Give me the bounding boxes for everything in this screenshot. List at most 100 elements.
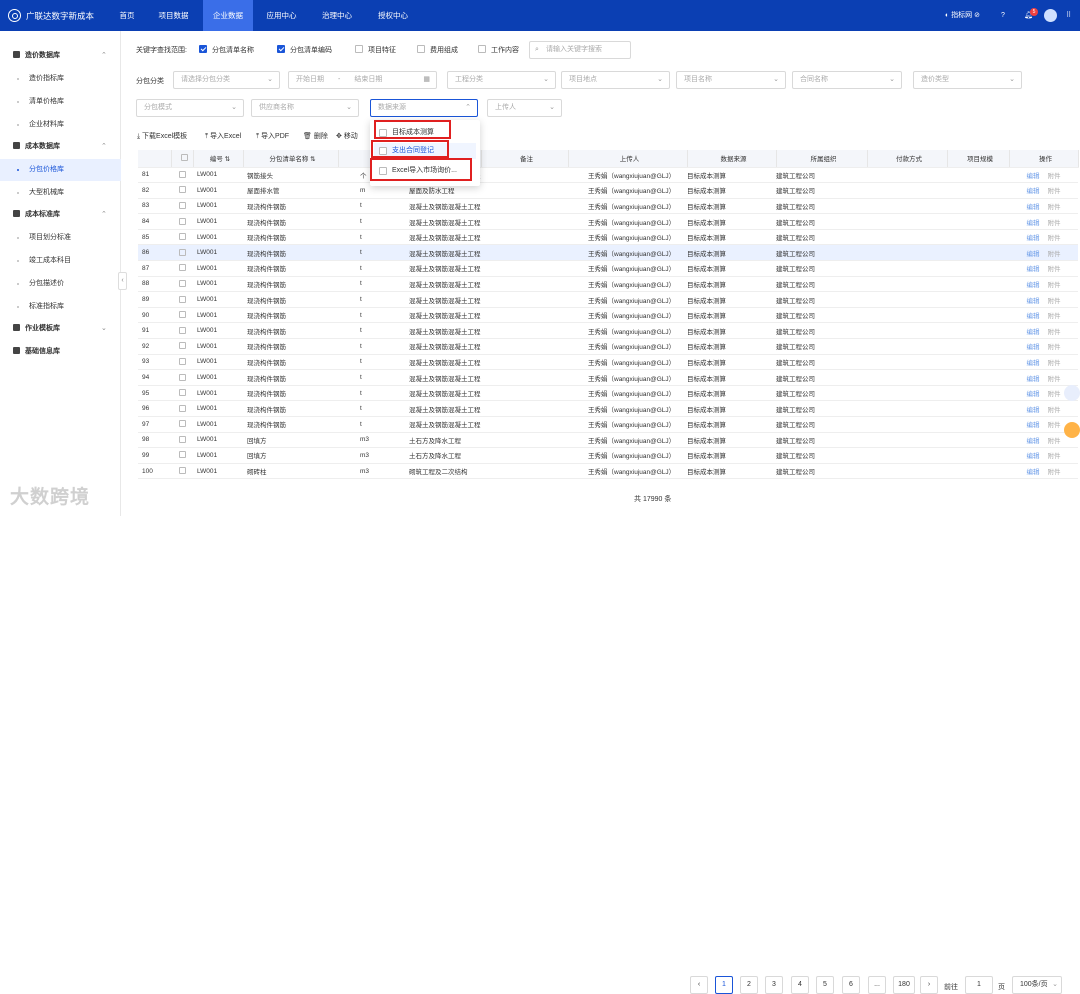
attachment-link[interactable]: 附件 [1048,188,1061,195]
row-checkbox[interactable] [171,229,193,246]
attachment-link[interactable]: 附件 [1048,360,1061,367]
attachment-link[interactable]: 附件 [1048,251,1061,258]
table-row[interactable]: 95 LW001 现浇构件钢筋 t [138,385,405,402]
edit-link[interactable]: 编辑 [1027,422,1040,429]
sidebar-item[interactable]: 造价数据库 ⌃ [0,45,121,67]
nav-enterprise-data[interactable]: 企业数据 [203,0,253,31]
edit-link[interactable]: 编辑 [1027,391,1040,398]
nav-license-center[interactable]: 授权中心 [367,0,419,31]
sidebar-item[interactable]: 成本标准库 ⌃ [0,204,121,226]
table-row[interactable]: 92 LW001 现浇构件钢筋 t [138,338,405,355]
row-checkbox[interactable] [171,198,193,215]
nav-governance-center[interactable]: 治理中心 [311,0,363,31]
table-row[interactable]: 87 LW001 现浇构件钢筋 t [138,260,405,277]
edit-link[interactable]: 编辑 [1027,313,1040,320]
edit-link[interactable]: 编辑 [1027,298,1040,305]
row-checkbox[interactable] [171,167,193,184]
table-row[interactable]: 混凝土及钢筋混凝土工程 王秀娟（wangxiujuan@GLJ）目标成本测算建筑工… [405,307,1078,324]
table-row[interactable]: 砌筑工程及二次结构 王秀娟（wangxiujuan@GLJ） 目标成本测算 建筑工程公… [405,463,1078,480]
col-header-code[interactable]: 编号 ⇅ [193,150,244,168]
row-checkbox[interactable] [171,213,193,230]
sidebar-item[interactable]: 企业材料库 [0,114,121,136]
keyword-option-checkbox[interactable] [277,45,285,53]
assistant-icon[interactable] [1064,385,1080,401]
filter-select[interactable]: 数据来源 ⌃ [370,99,478,117]
table-row[interactable]: 93 LW001 现浇构件钢筋 t [138,354,405,371]
attachment-link[interactable]: 附件 [1048,376,1061,383]
attachment-link[interactable]: 附件 [1048,469,1061,476]
attachment-link[interactable]: 附件 [1048,438,1061,445]
row-checkbox[interactable] [171,260,193,277]
row-checkbox[interactable] [171,244,193,262]
row-checkbox[interactable] [171,432,193,449]
filter-select[interactable]: 项目地点 ⌄ [561,71,670,89]
row-checkbox[interactable] [171,369,193,386]
table-row[interactable]: 屋面及防水工程 王秀娟（wangxiujuan@GLJ） 目标成本测算 建筑工程公司编… [405,182,1078,199]
attachment-link[interactable]: 附件 [1048,344,1061,351]
table-row[interactable]: 土石方及降水工程 王秀娟（wangxiujuan@GLJ） 目标成本测算 建筑工程公司… [405,447,1078,464]
edit-link[interactable]: 编辑 [1027,407,1040,414]
table-row[interactable]: 96 LW001 现浇构件钢筋 t [138,400,405,417]
attachment-link[interactable]: 附件 [1048,173,1061,180]
gift-icon[interactable] [1064,422,1080,438]
table-row[interactable]: 混凝土及钢筋混凝土工程 王秀娟（wangxiujuan@GLJ）目标成本测算建筑工… [405,416,1078,433]
subcontract-category-select[interactable]: 请选择分包分类 ⌄ [173,71,280,89]
sidebar-item[interactable]: 成本数据库 ⌃ [0,136,121,158]
table-row[interactable]: 混凝土及钢筋混凝土工程 王秀娟（wangxiujuan@GLJ）目标成本测算建筑工… [405,244,1078,262]
prev-page-button[interactable]: ‹ [690,976,708,994]
sidebar-item[interactable]: 清单价格库 [0,91,121,113]
help-icon[interactable]: ? [1001,0,1005,31]
sidebar-item[interactable]: 分包描述价 [0,273,121,295]
col-header-name[interactable]: 分包清单名称 ⇅ [243,150,339,168]
keyword-option-checkbox[interactable] [199,45,207,53]
next-page-button[interactable]: › [920,976,938,994]
edit-link[interactable]: 编辑 [1027,235,1040,242]
table-row[interactable]: 83 LW001 现浇构件钢筋 t [138,198,405,215]
sidebar-item[interactable]: 基础信息库 [0,341,121,363]
filter-select[interactable]: 上传人 ⌄ [487,99,562,117]
table-row[interactable]: 混凝土及钢筋混凝土工程 王秀娟（wangxiujuan@GLJ）目标成本测算建筑工… [405,260,1078,277]
table-row[interactable]: 84 LW001 现浇构件钢筋 t [138,213,405,230]
edit-link[interactable]: 编辑 [1027,360,1040,367]
table-row[interactable]: 89 LW001 现浇构件钢筋 t [138,291,405,308]
edit-link[interactable]: 编辑 [1027,329,1040,336]
table-row[interactable]: 88 LW001 现浇构件钢筋 t [138,276,405,293]
row-checkbox[interactable] [171,416,193,433]
per-page-select[interactable]: 100条/页 ⌄ [1012,976,1062,994]
filter-select[interactable]: 供应商名称 ⌄ [251,99,359,117]
table-row[interactable]: 97 LW001 现浇构件钢筋 t [138,416,405,433]
table-row[interactable]: 混凝土及钢筋混凝土工程 王秀娟（wangxiujuan@GLJ）目标成本测算建筑工… [405,229,1078,246]
attachment-link[interactable]: 附件 [1048,235,1061,242]
nav-app-center[interactable]: 应用中心 [258,0,305,31]
page-button[interactable]: 180 [893,976,915,994]
table-row[interactable]: 81 LW001 钢筋接头个 [138,167,405,184]
row-checkbox[interactable] [171,338,193,355]
edit-link[interactable]: 编辑 [1027,204,1040,211]
nav-project-data[interactable]: 项目数据 [150,0,197,31]
attachment-link[interactable]: 附件 [1048,220,1061,227]
page-button[interactable]: 4 [791,976,809,994]
filter-select[interactable]: 造价类型 ⌄ [913,71,1022,89]
edit-link[interactable]: 编辑 [1027,251,1040,258]
row-checkbox[interactable] [171,447,193,464]
table-row[interactable]: 混凝土及钢筋混凝土工程 王秀娟（wangxiujuan@GLJ）目标成本测算建筑工… [405,322,1078,340]
table-row[interactable]: 85 LW001 现浇构件钢筋 t [138,229,405,246]
attachment-link[interactable]: 附件 [1048,453,1061,460]
sidebar-item[interactable]: 大型机械库 [0,182,121,204]
sidebar-item[interactable]: 项目划分标准 [0,227,121,249]
attachment-link[interactable]: 附件 [1048,329,1061,336]
edit-link[interactable]: 编辑 [1027,220,1040,227]
table-row[interactable]: 98 LW001 回填方 m3 [138,432,405,449]
table-row[interactable]: 82 LW001 屋面排水管 m [138,182,405,199]
table-row[interactable]: 99 LW001 回填方 m3 [138,447,405,464]
app-logo[interactable]: 广联达数字新成本 [8,8,94,23]
nav-home[interactable]: 首页 [110,0,144,31]
filter-select[interactable]: 分包模式 ⌄ [136,99,244,117]
toolbar-button[interactable]: ⤒ 导入PDF [256,132,289,142]
sidebar-item[interactable]: 作业模板库 ⌄ [0,318,121,340]
table-row[interactable]: 混凝土及钢筋混凝土工程 王秀娟（wangxiujuan@GLJ）目标成本测算建筑工… [405,369,1078,386]
edit-link[interactable]: 编辑 [1027,173,1040,180]
attachment-link[interactable]: 附件 [1048,266,1061,273]
attachment-link[interactable]: 附件 [1048,298,1061,305]
table-row[interactable]: 86 LW001 现浇构件钢筋 t [138,244,405,262]
